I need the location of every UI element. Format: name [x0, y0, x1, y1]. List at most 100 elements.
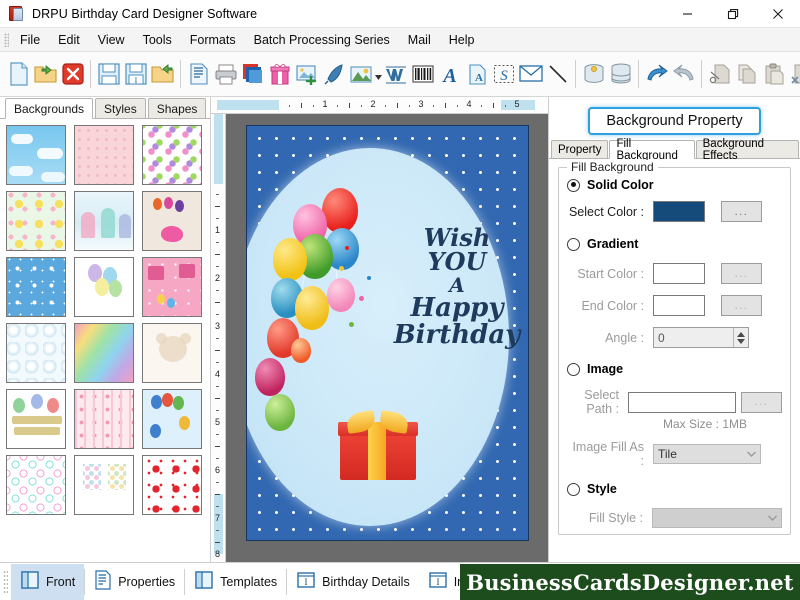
start-color-browse-button[interactable]: ...: [721, 263, 762, 284]
thumbnail-pink-bird-balloons-background[interactable]: [142, 191, 202, 251]
select-color-browse-button[interactable]: ...: [721, 201, 762, 222]
menu-item-view[interactable]: View: [89, 30, 134, 50]
menu-item-edit[interactable]: Edit: [49, 30, 89, 50]
email-icon[interactable]: [517, 57, 544, 91]
copy-icon[interactable]: [733, 57, 760, 91]
minimize-button[interactable]: [665, 0, 710, 28]
paste-icon[interactable]: [760, 57, 787, 91]
radio-style-indicator[interactable]: [567, 483, 580, 496]
radio-image-indicator[interactable]: [567, 363, 580, 376]
radio-style[interactable]: Style: [567, 482, 782, 496]
angle-spinner-arrows[interactable]: [733, 328, 748, 347]
tab-property[interactable]: Property: [551, 140, 608, 158]
tab-shapes[interactable]: Shapes: [148, 98, 207, 118]
menu-item-mail[interactable]: Mail: [399, 30, 440, 50]
delete-icon[interactable]: [787, 57, 800, 91]
thumbnail-blue-stars-background[interactable]: [6, 257, 66, 317]
end-color-swatch[interactable]: [653, 295, 705, 316]
pen-icon[interactable]: [320, 57, 347, 91]
end-color-browse-button[interactable]: ...: [721, 295, 762, 316]
close-button[interactable]: [755, 0, 800, 28]
brand-watermark[interactable]: BusinessCardsDesigner.net: [460, 564, 800, 600]
radio-gradient[interactable]: Gradient: [567, 237, 782, 251]
start-color-swatch[interactable]: [653, 263, 705, 284]
thumbnail-pink-hearts-stripes-background[interactable]: [74, 389, 134, 449]
export-folder-icon[interactable]: [149, 57, 176, 91]
database-icon[interactable]: [580, 57, 607, 91]
menu-item-file[interactable]: File: [11, 30, 49, 50]
menu-drag-grip[interactable]: [4, 33, 9, 47]
new-document-icon[interactable]: [5, 57, 32, 91]
thumbnail-winter-scene-background[interactable]: [74, 191, 134, 251]
picture-gallery-dropdown-arrow-icon[interactable]: [374, 57, 382, 91]
picture-gallery-icon[interactable]: [347, 57, 374, 91]
menu-item-formats[interactable]: Formats: [181, 30, 245, 50]
save-icon[interactable]: [95, 57, 122, 91]
balloon-yellow-2: [295, 286, 329, 330]
thumbnail-pink-cake-balloons-background[interactable]: [142, 257, 202, 317]
svg-text:S: S: [500, 68, 508, 84]
angle-spinner[interactable]: 0: [653, 327, 749, 348]
thumbnail-clouds-sky-background[interactable]: [6, 125, 66, 185]
select-path-browse-button[interactable]: ...: [741, 392, 782, 413]
thumbnail-colorful-flowers-background[interactable]: [142, 125, 202, 185]
gift-icon[interactable]: [266, 57, 293, 91]
redo-icon[interactable]: [670, 57, 697, 91]
statusbar-drag-grip[interactable]: [3, 570, 8, 594]
open-folder-icon[interactable]: [32, 57, 59, 91]
tab-fill-background[interactable]: Fill Background: [609, 140, 694, 159]
thumbnail-yellow-daisies-background[interactable]: [6, 191, 66, 251]
save-as-icon[interactable]: I: [122, 57, 149, 91]
thumbnail-teddy-bear-background[interactable]: [142, 323, 202, 383]
barcode-icon[interactable]: [409, 57, 436, 91]
add-image-icon[interactable]: [293, 57, 320, 91]
watermark-icon[interactable]: [382, 57, 409, 91]
birthday-card-design[interactable]: Wish YOU A Happy Birthday: [246, 125, 529, 541]
thumbnail-pastel-balloons-background[interactable]: [74, 257, 134, 317]
angle-value[interactable]: 0: [654, 331, 733, 345]
text-box-icon[interactable]: A: [463, 57, 490, 91]
thumbnail-bubbles-background[interactable]: [6, 323, 66, 383]
thumbnail-blue-sky-balloons-background[interactable]: [142, 389, 202, 449]
layers-icon[interactable]: [239, 57, 266, 91]
radio-solid-color-indicator[interactable]: [567, 179, 580, 192]
database-stack-icon[interactable]: [607, 57, 634, 91]
chevron-down-icon[interactable]: [743, 451, 760, 457]
print-icon[interactable]: [212, 57, 239, 91]
radio-solid-color[interactable]: Solid Color: [567, 178, 782, 192]
menu-item-help[interactable]: Help: [440, 30, 484, 50]
menu-item-tools[interactable]: Tools: [134, 30, 181, 50]
tab-styles[interactable]: Styles: [95, 98, 146, 118]
tab-backgrounds[interactable]: Backgrounds: [5, 98, 93, 119]
thumbnail-pink-hearts-texture-background[interactable]: [74, 125, 134, 185]
card-greeting-text[interactable]: Wish YOU A Happy Birthday: [387, 226, 527, 348]
page-setup-icon[interactable]: [185, 57, 212, 91]
text-tool-icon[interactable]: A: [436, 57, 463, 91]
statusbar-button-birthday-details[interactable]: I Birthday Details: [287, 564, 419, 600]
radio-image[interactable]: Image: [567, 362, 782, 376]
tab-background-effects[interactable]: Background Effects: [696, 140, 799, 158]
undo-icon[interactable]: [643, 57, 670, 91]
chevron-down-icon[interactable]: [764, 515, 781, 521]
statusbar-button-properties[interactable]: Properties: [85, 564, 184, 600]
close-document-icon[interactable]: [59, 57, 86, 91]
thumbnail-red-hearts-background[interactable]: [142, 455, 202, 515]
statusbar-button-templates[interactable]: Templates: [185, 564, 286, 600]
image-fill-as-row: Image Fill As : Tile: [567, 440, 782, 468]
canvas-stage[interactable]: Wish YOU A Happy Birthday: [226, 114, 548, 562]
image-fill-as-select[interactable]: Tile: [653, 444, 761, 464]
signature-icon[interactable]: S: [490, 57, 517, 91]
menu-item-batch-processing-series[interactable]: Batch Processing Series: [245, 30, 399, 50]
select-color-swatch[interactable]: [653, 201, 705, 222]
statusbar-button-front[interactable]: Front: [11, 564, 84, 600]
line-tool-icon[interactable]: [544, 57, 571, 91]
thumbnail-happy-birthday-balloons-background[interactable]: [6, 389, 66, 449]
select-path-input[interactable]: [628, 392, 736, 413]
thumbnail-rainbow-gradient-background[interactable]: [74, 323, 134, 383]
cut-icon[interactable]: [706, 57, 733, 91]
thumbnail-pastel-hearts-outline-background[interactable]: [6, 455, 66, 515]
maximize-button[interactable]: [710, 0, 755, 28]
fill-style-select[interactable]: [652, 508, 782, 528]
radio-gradient-indicator[interactable]: [567, 238, 580, 251]
thumbnail-balloon-bunches-background[interactable]: [74, 455, 134, 515]
